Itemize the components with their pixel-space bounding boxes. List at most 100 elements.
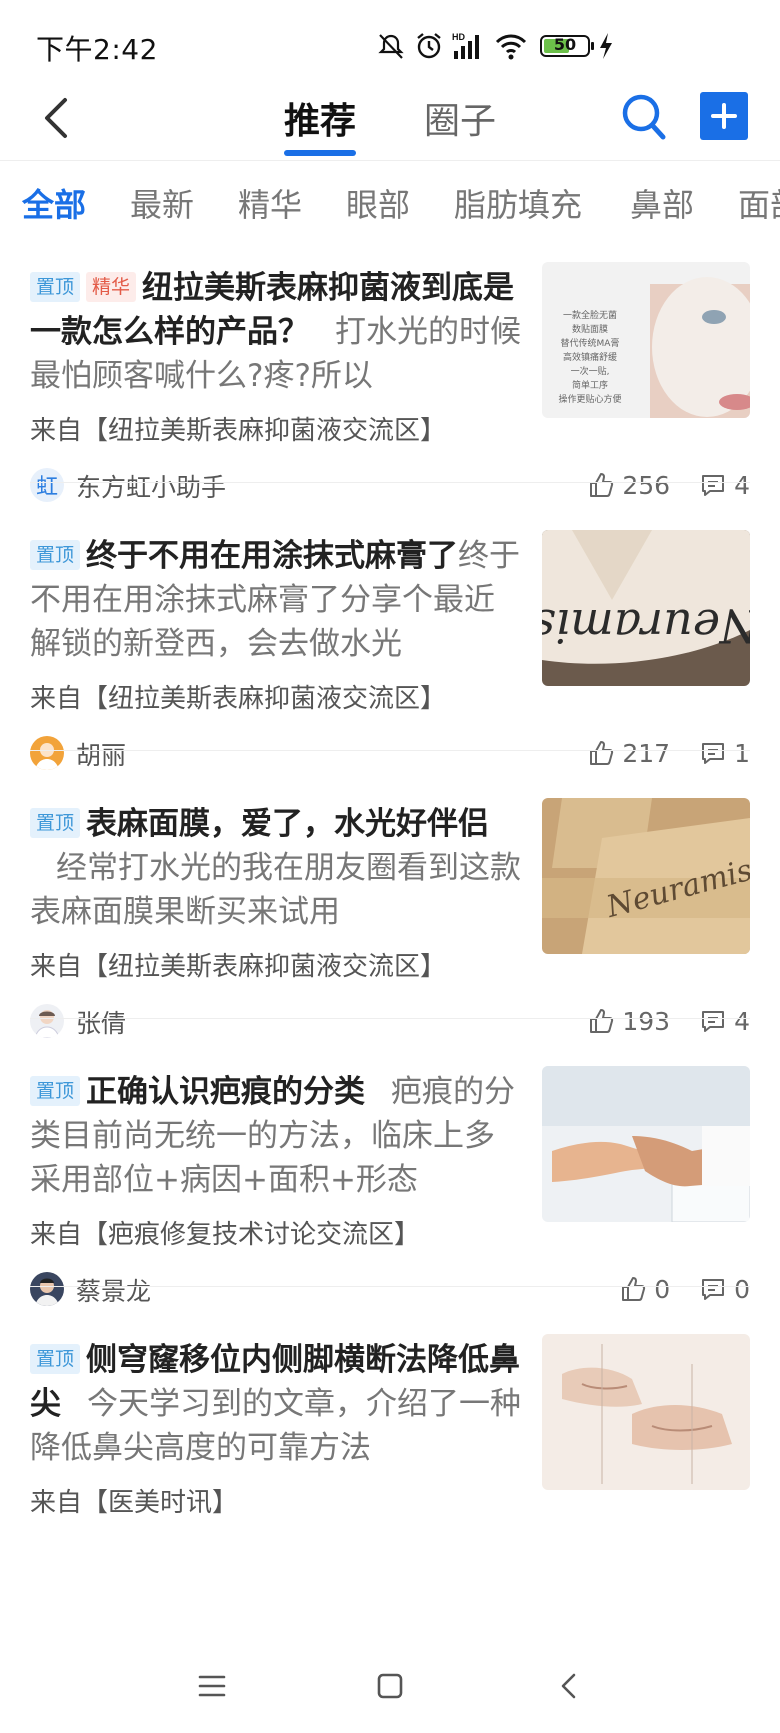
thumb-line: 操作更贴心方便 bbox=[558, 393, 621, 405]
post-card[interactable]: 置顶 正确认识疤痕的分类 疤痕的分类目前尚无统一的方法，临床上多采用部位+病因+面积… bbox=[30, 1042, 750, 1338]
divider bbox=[30, 482, 750, 483]
comment-stat[interactable]: 1 bbox=[700, 739, 750, 768]
add-post-button[interactable] bbox=[700, 92, 748, 140]
comment-stat[interactable]: 4 bbox=[700, 1007, 750, 1036]
post-thumbnail bbox=[542, 1066, 750, 1222]
status-time: 下午2:42 bbox=[36, 33, 158, 66]
post-stats: 217 1 bbox=[558, 736, 750, 770]
post-source[interactable]: 来自【纽拉美斯表麻抑菌液交流区】 bbox=[30, 678, 446, 715]
like-count: 193 bbox=[622, 1006, 671, 1036]
author-row: 蔡景龙 0 0 bbox=[30, 1270, 750, 1310]
battery-level: 50 bbox=[553, 35, 577, 54]
author-name[interactable]: 蔡景龙 bbox=[76, 1272, 151, 1308]
top-nav-bar: 推荐 圈子 bbox=[0, 82, 780, 161]
comment-count: 0 bbox=[734, 1274, 750, 1304]
post-stats: 0 0 bbox=[590, 1272, 750, 1306]
back-button[interactable] bbox=[36, 92, 76, 144]
pinned-badge: 置顶 bbox=[30, 272, 81, 302]
thumb-line: 数贴面膜 bbox=[572, 323, 608, 335]
comment-stat[interactable]: 4 bbox=[700, 471, 750, 500]
author-row: 虹 东方虹小助手 256 4 bbox=[30, 466, 750, 506]
avatar[interactable] bbox=[30, 1004, 64, 1038]
home-icon[interactable] bbox=[372, 1668, 408, 1704]
divider bbox=[30, 1018, 750, 1019]
author-name[interactable]: 张倩 bbox=[76, 1004, 126, 1040]
divider bbox=[30, 750, 750, 751]
category-all[interactable]: 全部 bbox=[22, 180, 86, 226]
like-count: 0 bbox=[654, 1274, 671, 1304]
back-arrow-icon bbox=[45, 98, 67, 138]
post-thumbnail bbox=[542, 1334, 750, 1490]
tab-circle[interactable]: 圈子 bbox=[424, 92, 496, 144]
category-face[interactable]: 面部 bbox=[738, 180, 780, 226]
face-mask-image: 一款全脸无菌 数贴面膜 替代传统MA膏 高效镇痛舒缓 一次一贴, 简单工序 操作… bbox=[542, 262, 750, 418]
comment-count: 4 bbox=[734, 1006, 750, 1036]
avatar[interactable] bbox=[30, 736, 64, 770]
svg-text:HD: HD bbox=[452, 32, 465, 42]
product-box-image: Neuramis bbox=[542, 530, 750, 686]
author-row: 胡丽 217 1 bbox=[30, 734, 750, 774]
post-title: 表麻面膜，爱了，水光好伴侣 bbox=[86, 806, 490, 842]
category-bar: 全部 最新 精华 眼部 脂肪填充 鼻部 面部 bbox=[0, 160, 780, 238]
thumbs-up-icon bbox=[590, 473, 614, 497]
like-stat[interactable]: 256 bbox=[588, 471, 670, 500]
post-text: 置顶 终于不用在用涂抹式麻膏了终于不用在用涂抹式麻膏了分享个最近解锁的新登西，会去… bbox=[30, 534, 522, 666]
post-card[interactable]: 置顶 精华 纽拉美斯表麻抑菌液到底是一款怎么样的产品？ 打水光的时候最怕顾客喊什么?疼… bbox=[30, 238, 750, 534]
system-back-icon[interactable] bbox=[552, 1668, 588, 1704]
post-source[interactable]: 来自【疤痕修复技术讨论交流区】 bbox=[30, 1214, 420, 1251]
svg-text:虹: 虹 bbox=[36, 475, 58, 500]
post-stats: 193 4 bbox=[558, 1004, 750, 1038]
avatar[interactable] bbox=[30, 1272, 64, 1306]
comment-icon bbox=[702, 743, 725, 764]
pinned-badge: 置顶 bbox=[30, 1076, 81, 1106]
tab-recommend[interactable]: 推荐 bbox=[284, 92, 356, 144]
post-excerpt: 经常打水光的我在朋友圈看到这款表麻面膜果断买来试用 bbox=[30, 850, 521, 930]
category-nose[interactable]: 鼻部 bbox=[630, 180, 694, 226]
post-source[interactable]: 来自【纽拉美斯表麻抑菌液交流区】 bbox=[30, 946, 446, 983]
avatar-person-icon bbox=[34, 1010, 60, 1038]
thumbs-up-icon bbox=[622, 1277, 646, 1301]
post-thumbnail: Neuramis bbox=[542, 530, 750, 686]
like-stat[interactable]: 217 bbox=[588, 739, 670, 768]
add-icon bbox=[711, 103, 737, 129]
avatar-person-icon bbox=[35, 743, 59, 770]
post-card[interactable]: 置顶 表麻面膜，爱了，水光好伴侣经常打水光的我在朋友圈看到这款表麻面膜果断买来试用… bbox=[30, 774, 750, 1070]
author-name[interactable]: 胡丽 bbox=[76, 736, 126, 772]
thumb-line: 高效镇痛舒缓 bbox=[563, 351, 617, 363]
author-name[interactable]: 东方虹小助手 bbox=[76, 468, 226, 504]
thumb-line: 简单工序 bbox=[572, 379, 608, 391]
post-card[interactable]: 置顶 终于不用在用涂抹式麻膏了终于不用在用涂抹式麻膏了分享个最近解锁的新登西，会去… bbox=[30, 506, 750, 802]
pinned-badge: 置顶 bbox=[30, 1344, 81, 1374]
pinned-badge: 置顶 bbox=[30, 540, 81, 570]
post-stats: 256 4 bbox=[558, 468, 750, 502]
menu-icon[interactable] bbox=[194, 1668, 230, 1704]
wifi-icon bbox=[495, 34, 527, 60]
category-eyes[interactable]: 眼部 bbox=[346, 180, 410, 226]
like-stat[interactable]: 0 bbox=[620, 1275, 670, 1304]
category-featured[interactable]: 精华 bbox=[238, 180, 302, 226]
nose-anatomy-image bbox=[542, 1334, 750, 1490]
post-text: 置顶 侧穹窿移位内侧脚横断法降低鼻尖 今天学习到的文章，介绍了一种降低鼻尖高度的可靠… bbox=[30, 1338, 522, 1470]
post-source[interactable]: 来自【医美时讯】 bbox=[30, 1482, 238, 1519]
search-icon[interactable] bbox=[620, 92, 668, 142]
divider bbox=[30, 1286, 750, 1287]
post-excerpt: 今天学习到的文章，介绍了一种降低鼻尖高度的可靠方法 bbox=[30, 1386, 521, 1466]
handshake-image bbox=[542, 1066, 750, 1222]
mask-packets-image: Neuramis bbox=[542, 798, 750, 954]
like-stat[interactable]: 193 bbox=[588, 1007, 670, 1036]
mute-bell-icon bbox=[378, 34, 404, 59]
category-fat-filling[interactable]: 脂肪填充 bbox=[454, 180, 582, 226]
thumb-line: 替代传统MA膏 bbox=[561, 337, 620, 349]
signal-icon: HD bbox=[452, 32, 479, 59]
post-source[interactable]: 来自【纽拉美斯表麻抑菌液交流区】 bbox=[30, 410, 446, 447]
thumbs-up-icon bbox=[590, 1009, 614, 1033]
comment-stat[interactable]: 0 bbox=[700, 1275, 750, 1304]
post-card[interactable]: 置顶 侧穹窿移位内侧脚横断法降低鼻尖 今天学习到的文章，介绍了一种降低鼻尖高度的可靠… bbox=[30, 1310, 750, 1550]
battery-icon: 50 bbox=[540, 35, 594, 57]
like-count: 256 bbox=[622, 470, 671, 500]
status-icons: HD 50 bbox=[376, 28, 614, 64]
thumbs-up-icon bbox=[590, 741, 614, 765]
category-latest[interactable]: 最新 bbox=[130, 180, 194, 226]
avatar[interactable]: 虹 bbox=[30, 468, 64, 502]
post-thumbnail: 一款全脸无菌 数贴面膜 替代传统MA膏 高效镇痛舒缓 一次一贴, 简单工序 操作… bbox=[542, 262, 750, 418]
